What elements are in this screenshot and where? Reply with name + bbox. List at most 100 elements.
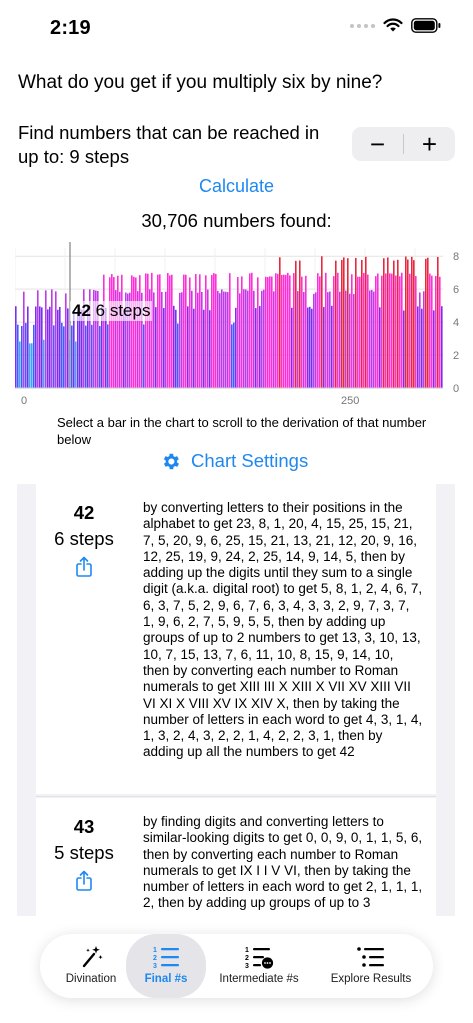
numbered-list-more-icon: 1 2 3 xyxy=(245,947,274,969)
cellular-signal-icon xyxy=(350,23,375,28)
chart-bar xyxy=(185,274,187,388)
tab-divination[interactable]: Divination xyxy=(52,934,130,998)
chart-settings-label: Chart Settings xyxy=(191,450,309,471)
chart-bar xyxy=(193,308,195,388)
chart-bar xyxy=(315,292,317,388)
chart-bar xyxy=(327,292,329,388)
chart-bar xyxy=(241,276,243,388)
chart-bar xyxy=(239,293,241,388)
share-icon[interactable] xyxy=(75,870,93,892)
chart-bar xyxy=(77,310,79,388)
chart-bar xyxy=(333,276,335,388)
decrement-steps-button[interactable]: − xyxy=(352,127,403,161)
chart-bar xyxy=(407,259,409,388)
chart-bar xyxy=(335,260,337,388)
chart-bar xyxy=(65,293,67,388)
chart-bar xyxy=(409,273,411,388)
chart-bar xyxy=(383,258,385,388)
chart-bar xyxy=(259,306,261,388)
chart-bar xyxy=(81,309,83,388)
chart-bar xyxy=(233,322,235,388)
chart-bar xyxy=(53,325,55,388)
chart-bar xyxy=(209,310,211,388)
result-summary: 43 5 steps xyxy=(36,798,132,897)
tab-intermediate-numbers[interactable]: 1 2 3 Intermediate #s xyxy=(210,934,308,998)
chart-bar xyxy=(229,273,231,388)
chart-bar xyxy=(165,291,167,388)
chart-y-tick: 4 xyxy=(453,317,459,329)
tab-label: Final #s xyxy=(144,973,188,985)
chart-settings-button[interactable]: Chart Settings xyxy=(160,450,308,472)
chart-bar xyxy=(213,273,215,388)
chart-bar xyxy=(71,325,73,388)
chart-bar xyxy=(183,274,185,388)
chart-bar xyxy=(181,292,183,388)
result-row-42[interactable]: 42 6 steps by converting letters to thei… xyxy=(36,484,436,794)
chart-bar xyxy=(345,290,347,388)
chart-bar xyxy=(329,291,331,388)
chart-bar xyxy=(111,274,113,388)
chart-bar xyxy=(221,289,223,388)
chart-bar xyxy=(257,277,259,388)
chart-bar xyxy=(35,306,37,388)
steps-stepper[interactable]: − + xyxy=(352,127,455,161)
chart-bar xyxy=(421,308,423,388)
svg-text:1: 1 xyxy=(153,947,157,954)
results-chart[interactable]: 0 2 4 6 8 0 250 xyxy=(15,240,465,415)
gear-icon xyxy=(163,453,179,469)
share-icon[interactable] xyxy=(75,556,93,578)
chart-bar xyxy=(285,274,287,388)
results-list[interactable]: 42 6 steps by converting letters to thei… xyxy=(17,484,455,916)
chart-bar xyxy=(395,275,397,388)
chart-bar xyxy=(155,307,157,388)
chart-bar xyxy=(293,273,295,388)
chart-bar xyxy=(363,272,365,388)
chart-bar xyxy=(275,273,277,388)
chart-bar xyxy=(439,276,441,388)
tab-explore-results[interactable]: Explore Results xyxy=(316,934,426,998)
status-icons xyxy=(350,18,441,33)
chart-bar xyxy=(103,274,105,388)
chart-bar xyxy=(267,277,269,388)
chart-bar xyxy=(205,275,207,388)
chart-bar xyxy=(401,272,403,388)
chart-bar xyxy=(171,274,173,388)
chart-bar xyxy=(369,290,371,388)
tab-label: Explore Results xyxy=(330,973,412,985)
chart-bar xyxy=(139,275,141,388)
chart-bar xyxy=(255,308,257,388)
tab-final-numbers[interactable]: 1 2 3 Final #s xyxy=(126,934,206,998)
chart-bar xyxy=(381,275,383,388)
chart-bar xyxy=(43,339,45,388)
chart-bar xyxy=(249,273,251,388)
chart-bar xyxy=(281,274,283,388)
chart-bar xyxy=(191,290,193,388)
chart-bar xyxy=(441,306,443,388)
chart-bar xyxy=(143,324,145,388)
calculate-button[interactable]: Calculate xyxy=(0,176,473,197)
chart-bar xyxy=(413,260,415,388)
chart-bar xyxy=(45,290,47,388)
result-row-43[interactable]: 43 5 steps by finding digits and convert… xyxy=(36,798,436,916)
increment-steps-button[interactable]: + xyxy=(404,127,455,161)
chart-bar xyxy=(195,274,197,388)
chart-bar xyxy=(251,272,253,388)
chart-bar xyxy=(41,307,43,388)
chart-bar xyxy=(217,290,219,388)
result-steps: 6 steps xyxy=(54,528,114,549)
chart-y-tick: 6 xyxy=(453,284,459,296)
chart-bar xyxy=(201,291,203,388)
bar-chart-svg[interactable]: 0 2 4 6 8 0 250 xyxy=(15,240,465,415)
max-steps-label: Find numbers that can be reached in up t… xyxy=(18,122,320,167)
chart-selection-label: 42 6 steps xyxy=(70,301,153,321)
chart-bar xyxy=(179,292,181,388)
chart-bar xyxy=(203,309,205,388)
chart-bar xyxy=(85,325,87,388)
chart-bar xyxy=(291,307,293,388)
chart-bar xyxy=(321,256,323,388)
magic-wand-icon xyxy=(82,946,103,968)
chart-bar xyxy=(75,341,77,388)
battery-icon xyxy=(411,18,441,33)
chart-bar xyxy=(289,275,291,388)
chart-bar xyxy=(167,273,169,388)
